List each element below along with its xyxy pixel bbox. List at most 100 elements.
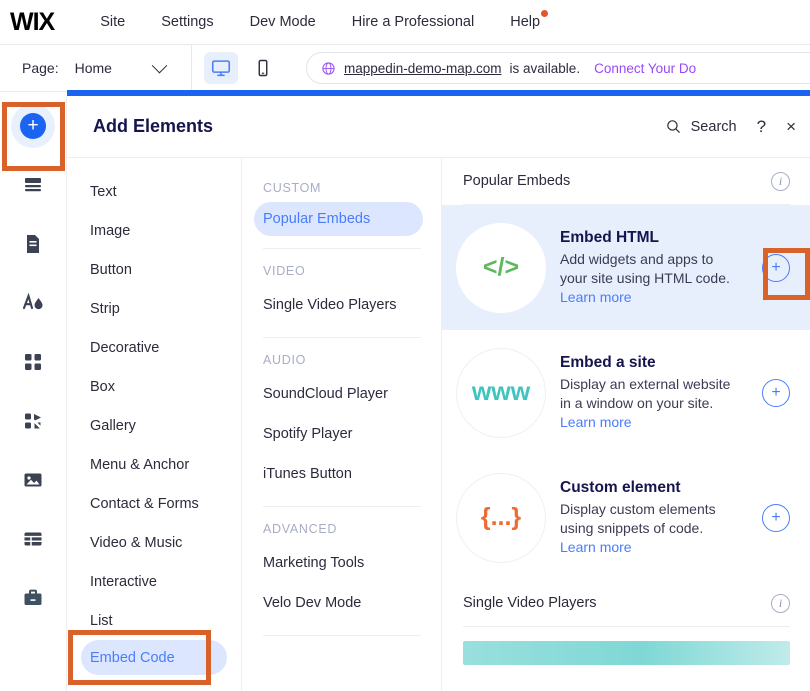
subcategory-item-label: Popular Embeds: [263, 211, 370, 227]
subcategory-item-marketing-tools[interactable]: Marketing Tools: [242, 543, 441, 583]
embed-card-text: Embed HTMLAdd widgets and apps to your s…: [560, 229, 742, 307]
learn-more-link[interactable]: Learn more: [560, 289, 632, 305]
category-list: Text Image Button Strip DecorativeBoxGallery…: [67, 158, 242, 691]
category-item-embed-code[interactable]: Embed Code: [81, 640, 227, 675]
top-menu-item-dev-mode[interactable]: Dev Mode: [232, 14, 334, 30]
embed-card-title: Custom element: [560, 479, 742, 497]
sidebar-item-app-market[interactable]: [0, 332, 67, 391]
section-title: Single Video Players: [463, 595, 597, 611]
top-menu-label: Settings: [161, 14, 213, 30]
sidebar-item-media[interactable]: [0, 450, 67, 509]
embed-card-description: Add widgets and apps to your site using …: [560, 250, 742, 307]
help-button[interactable]: ?: [757, 118, 766, 135]
category-item-gallery[interactable]: Gallery: [67, 406, 241, 445]
layers-icon: [21, 173, 45, 197]
database-table-icon: [21, 527, 45, 551]
desktop-view-button[interactable]: [204, 52, 238, 84]
chevron-down-icon[interactable]: [152, 57, 168, 73]
category-item-menu-anchor[interactable]: Menu & Anchor: [67, 445, 241, 484]
domain-status-bar[interactable]: mappedin-demo-map.com is available. Conn…: [306, 52, 810, 84]
desktop-icon: [210, 57, 232, 79]
plus-icon: +: [20, 113, 46, 139]
learn-more-link[interactable]: Learn more: [560, 414, 632, 430]
page-selector-label: Page:: [22, 60, 59, 76]
page-selector-value[interactable]: Home: [75, 60, 112, 76]
add-element-button[interactable]: +: [762, 379, 790, 407]
theme-icon: [20, 291, 46, 315]
info-icon[interactable]: i: [771, 594, 790, 613]
subcategory-item-single-video-players[interactable]: Single Video Players: [242, 285, 441, 325]
top-menu-item-help[interactable]: Help: [492, 14, 558, 30]
panel-header-actions: Search ? ×: [665, 118, 796, 135]
add-element-button[interactable]: +: [762, 504, 790, 532]
category-item-button[interactable]: Button: [67, 250, 241, 289]
category-item-decorative[interactable]: Decorative: [67, 328, 241, 367]
section-header: Popular Embedsi: [442, 158, 810, 204]
subcategory-item-spotify-player[interactable]: Spotify Player: [242, 414, 441, 454]
search-icon: [665, 118, 682, 135]
puzzle-icon: [21, 409, 45, 433]
subcategory-item-label: SoundCloud Player: [263, 386, 388, 402]
top-menu-item-settings[interactable]: Settings: [143, 14, 231, 30]
embed-card[interactable]: </>Embed HTMLAdd widgets and apps to you…: [442, 205, 810, 330]
embed-card-description-text: Add widgets and apps to your site using …: [560, 251, 730, 286]
top-menu-label: Help: [510, 14, 540, 30]
category-item-contact-forms[interactable]: Contact & Forms: [67, 484, 241, 523]
site-domain-text: mappedin-demo-map.com: [344, 61, 502, 76]
category-item-label: Strip: [90, 301, 120, 317]
top-menu-item-site[interactable]: Site: [82, 14, 143, 30]
category-item-video-music[interactable]: Video & Music: [67, 523, 241, 562]
embed-card-thumbnail: www: [456, 348, 546, 438]
embed-card-description: Display custom elements using snippets o…: [560, 500, 742, 557]
category-item-text[interactable]: Text: [67, 172, 241, 211]
embed-card-text: Embed a siteDisplay an external website …: [560, 354, 742, 432]
category-item-label: Image: [90, 223, 130, 239]
subcategory-item-label: Velo Dev Mode: [263, 595, 361, 611]
apps-grid-icon: [21, 350, 45, 374]
category-item-interactive[interactable]: Interactive: [67, 562, 241, 601]
wix-logo[interactable]: WIX: [10, 8, 54, 37]
sidebar-item-pages[interactable]: [0, 214, 67, 273]
subcategory-item-soundcloud-player[interactable]: SoundCloud Player: [242, 374, 441, 414]
category-item-list[interactable]: List: [67, 601, 241, 640]
embed-card[interactable]: {...} Custom element Display custom elemen…: [442, 455, 810, 580]
search-button[interactable]: Search: [665, 118, 737, 135]
category-item-image[interactable]: Image: [67, 211, 241, 250]
subcategory-item-velo-dev-mode[interactable]: Velo Dev Mode: [242, 583, 441, 623]
sidebar-item-site-layers[interactable]: [0, 155, 67, 214]
sidebar-item-business-tools[interactable]: [0, 568, 67, 627]
subgroup-divider: [263, 635, 421, 636]
close-button[interactable]: ×: [786, 118, 796, 135]
sidebar-item-cms[interactable]: [0, 509, 67, 568]
top-menu-item-hire-a-professional[interactable]: Hire a Professional: [334, 14, 493, 30]
category-item-strip[interactable]: Strip: [67, 289, 241, 328]
info-icon[interactable]: i: [771, 172, 790, 191]
embed-card-glyph-icon: www: [472, 378, 530, 407]
elements-content-list: Popular Embedsi</>Embed HTMLAdd widgets …: [442, 158, 810, 691]
subgroup-divider: [263, 248, 421, 249]
sidebar-item-add-elements[interactable]: +: [0, 96, 67, 155]
sidebar-item-site-design[interactable]: [0, 273, 67, 332]
learn-more-link[interactable]: Learn more: [560, 539, 632, 555]
image-icon: [21, 468, 45, 492]
page-icon: [21, 232, 45, 256]
video-player-preview[interactable]: [463, 641, 790, 665]
embed-card-description-text: Display custom elements using snippets o…: [560, 501, 716, 536]
add-element-button[interactable]: +: [762, 254, 790, 282]
subcategory-item-label: Single Video Players: [263, 297, 397, 313]
subcategory-item-itunes-button[interactable]: iTunes Button: [242, 454, 441, 494]
mobile-view-button[interactable]: [246, 52, 280, 84]
embed-card-thumbnail: {...}: [456, 473, 546, 563]
add-button-halo: +: [11, 104, 55, 148]
embed-card-description-text: Display an external website in a window …: [560, 376, 730, 411]
subgroup-heading-video: VIDEO: [242, 255, 441, 285]
globe-icon: [321, 61, 336, 76]
subcategory-item-popular-embeds[interactable]: Popular Embeds: [254, 202, 423, 236]
category-item-box[interactable]: Box: [67, 367, 241, 406]
category-item-label: Interactive: [90, 574, 157, 590]
sidebar-item-my-apps[interactable]: [0, 391, 67, 450]
connect-domain-link[interactable]: Connect Your Do: [594, 61, 696, 76]
embed-card[interactable]: www Embed a siteDisplay an external websi…: [442, 330, 810, 455]
category-item-label: Embed Code: [90, 650, 175, 666]
category-item-label: Video & Music: [90, 535, 182, 551]
